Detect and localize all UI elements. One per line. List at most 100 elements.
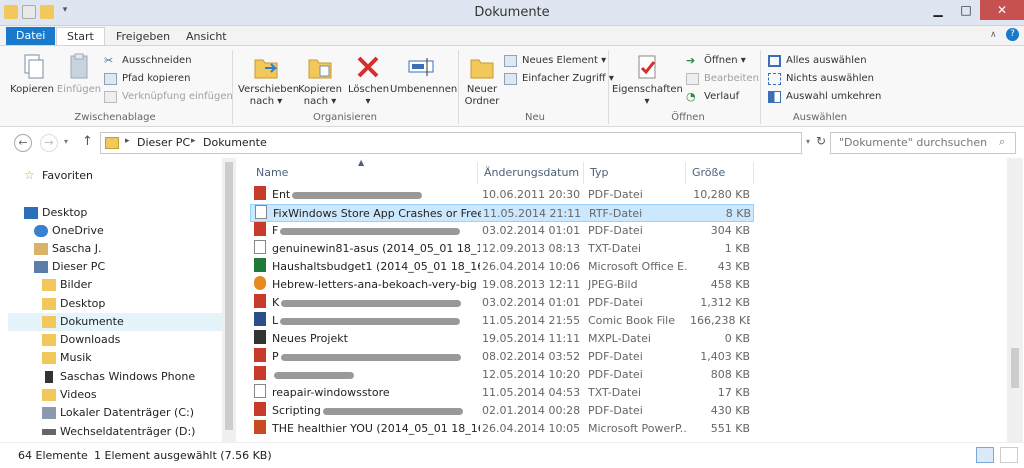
column-header-name[interactable]: Name (250, 162, 478, 184)
navpane-scroll-thumb[interactable] (225, 162, 233, 430)
einfuegen-button[interactable]: Einfügen (56, 52, 102, 96)
nav-item-downloads[interactable]: Downloads (42, 331, 120, 349)
table-row[interactable]: Ent 10.06.2011 20:30 PDF-Datei 10,280 KB (250, 186, 754, 204)
nav-item-wechsel[interactable]: Wechseldatenträger (D:) (42, 423, 195, 441)
redacted-text (292, 191, 423, 199)
help-icon[interactable]: ? (1006, 28, 1019, 41)
folder-icon (105, 137, 119, 149)
group-separator (760, 50, 761, 124)
table-row-selected[interactable]: FixWindows Store App Crashes or Freezes.… (250, 204, 754, 222)
nav-item-desktop[interactable]: Desktop (24, 204, 87, 222)
table-row[interactable]: genuinewin81-asus (2014_05_01 18_16_29..… (250, 240, 754, 258)
table-row[interactable]: Haushaltsbudget1 (2014_05_01 18_16_29 ..… (250, 258, 754, 276)
address-bar[interactable]: ▸ Dieser PC ▸ Dokumente (100, 132, 802, 154)
tab-datei[interactable]: Datei (6, 27, 56, 46)
refresh-icon[interactable]: ↻ (816, 134, 826, 148)
table-row[interactable]: L 11.05.2014 21:55 Comic Book File 166,238 … (250, 312, 754, 330)
ausschneiden-button[interactable]: ✂ Ausschneiden (104, 53, 192, 69)
maximize-button[interactable]: □ (952, 0, 980, 20)
breadcrumb-dokumente[interactable]: Dokumente (203, 136, 267, 149)
nav-item-videos[interactable]: Videos (42, 386, 97, 404)
nav-item-dokumente[interactable]: Dokumente (42, 313, 124, 331)
redacted-text (281, 299, 462, 307)
nav-item-favoriten[interactable]: ☆ Favoriten (24, 167, 93, 185)
search-input[interactable]: "Dokumente" durchsuchen ⌕ (830, 132, 1016, 154)
nav-item-desktop-pc[interactable]: Desktop (42, 295, 105, 313)
loeschen-button[interactable]: Löschen ▾ (348, 52, 389, 108)
breadcrumb-separator-icon: ▸ (125, 136, 130, 146)
filelist-scroll-thumb[interactable] (1011, 348, 1019, 388)
navigation-pane: ☆ Favoriten Desktop OneDrive Sascha J. Di… (0, 158, 236, 442)
item-count: 64 Elemente (18, 449, 88, 462)
table-row[interactable]: F 03.02.2014 01:01 PDF-Datei 304 KB (250, 222, 754, 240)
tab-ansicht[interactable]: Ansicht (176, 28, 237, 46)
einfacher-zugriff-button[interactable]: Einfacher Zugriff ▾ (504, 71, 614, 87)
forward-button[interactable]: → (40, 134, 58, 152)
nav-item-dieser-pc[interactable]: Dieser PC (34, 258, 105, 276)
path-icon (104, 73, 117, 85)
table-row[interactable]: Scripting 02.01.2014 00:28 PDF-Datei 430 KB (250, 402, 754, 420)
nav-item-onedrive[interactable]: OneDrive (34, 222, 104, 240)
ribbon-tabs: Datei Start Freigeben Ansicht ∧ ? (0, 26, 1024, 47)
kopieren-button[interactable]: Kopieren (10, 52, 54, 96)
table-row[interactable]: K 03.02.2014 01:01 PDF-Datei 1,312 KB (250, 294, 754, 312)
group-separator (232, 50, 233, 124)
redacted-text (280, 317, 461, 325)
cloud-icon (34, 225, 48, 237)
drive-icon (42, 407, 56, 419)
umbenennen-button[interactable]: Umbenennen (390, 52, 457, 96)
auswahl-umkehren-button[interactable]: Auswahl umkehren (768, 89, 881, 105)
table-row[interactable]: Neues Projekt 19.05.2014 11:11 MXPL-Datei 0… (250, 330, 754, 348)
close-button[interactable]: ✕ (980, 0, 1024, 20)
details-view-icon[interactable] (976, 447, 994, 463)
column-header-size[interactable]: Größe (686, 162, 754, 184)
minimize-button[interactable]: ▁ (924, 0, 952, 20)
pdf-file-icon (254, 366, 266, 380)
pdf-file-icon (254, 402, 266, 416)
table-row[interactable]: reapair-windowsstore 11.05.2014 04:53 TXT-… (250, 384, 754, 402)
pfad-kopieren-button[interactable]: Pfad kopieren (104, 71, 190, 87)
alles-auswaehlen-button[interactable]: Alles auswählen (768, 53, 867, 69)
column-header-date[interactable]: Änderungsdatum (478, 162, 584, 184)
neuer-ordner-button[interactable]: Neuer Ordner (462, 52, 502, 108)
nav-item-sascha[interactable]: Sascha J. (34, 240, 101, 258)
history-icon: ◔ (686, 90, 696, 103)
kopieren-nach-button[interactable]: Kopieren nach ▾ (296, 52, 344, 108)
verlauf-button[interactable]: ◔ Verlauf (686, 89, 739, 105)
filelist-scrollbar[interactable] (1007, 158, 1023, 442)
table-row[interactable]: P 08.02.2014 03:52 PDF-Datei 1,403 KB (250, 348, 754, 366)
column-header-type[interactable]: Typ (584, 162, 686, 184)
verschieben-nach-button[interactable]: Verschieben nach ▾ (238, 52, 299, 108)
chevron-down-icon[interactable]: ▾ (64, 137, 68, 146)
table-row[interactable]: Hebrew-letters-ana-bekoach-very-big (2..… (250, 276, 754, 294)
pictures-folder-icon (42, 279, 56, 291)
chevron-up-icon[interactable]: ∧ (990, 30, 997, 40)
verknuepfung-einfuegen-button[interactable]: Verknüpfung einfügen (104, 89, 233, 105)
large-icons-view-icon[interactable] (1000, 447, 1018, 463)
image-file-icon (254, 276, 266, 290)
nav-item-phone[interactable]: Saschas Windows Phone (42, 368, 195, 386)
table-row[interactable]: 12.05.2014 10:20 PDF-Datei 808 KB (250, 366, 754, 384)
powerpoint-file-icon (254, 420, 266, 434)
neues-element-button[interactable]: Neues Element ▾ (504, 53, 606, 69)
chevron-down-icon[interactable]: ▾ (806, 137, 810, 146)
nav-item-bilder[interactable]: Bilder (42, 276, 92, 294)
nav-item-musik[interactable]: Musik (42, 349, 92, 367)
breadcrumb-dieser-pc[interactable]: Dieser PC (137, 136, 190, 149)
table-row[interactable]: THE healthier YOU (2014_05_01 18_16_29 .… (250, 420, 754, 438)
back-button[interactable]: ← (14, 134, 32, 152)
eigenschaften-button[interactable]: Eigenschaften ▾ (612, 52, 683, 108)
nichts-auswaehlen-button[interactable]: Nichts auswählen (768, 71, 874, 87)
oeffnen-button[interactable]: ➔ Öffnen ▾ (686, 53, 746, 69)
tab-freigeben[interactable]: Freigeben (106, 28, 180, 46)
up-button[interactable]: ↑ (82, 134, 93, 149)
select-none-icon (768, 73, 781, 85)
group-separator (608, 50, 609, 124)
shortcut-icon (104, 91, 117, 103)
navpane-scrollbar[interactable] (222, 158, 236, 442)
nav-item-lokal[interactable]: Lokaler Datenträger (C:) (42, 404, 194, 422)
bearbeiten-button[interactable]: Bearbeiten (686, 71, 759, 87)
downloads-folder-icon (42, 334, 56, 346)
group-label-neu: Neu (525, 112, 545, 123)
tab-start[interactable]: Start (56, 27, 105, 47)
